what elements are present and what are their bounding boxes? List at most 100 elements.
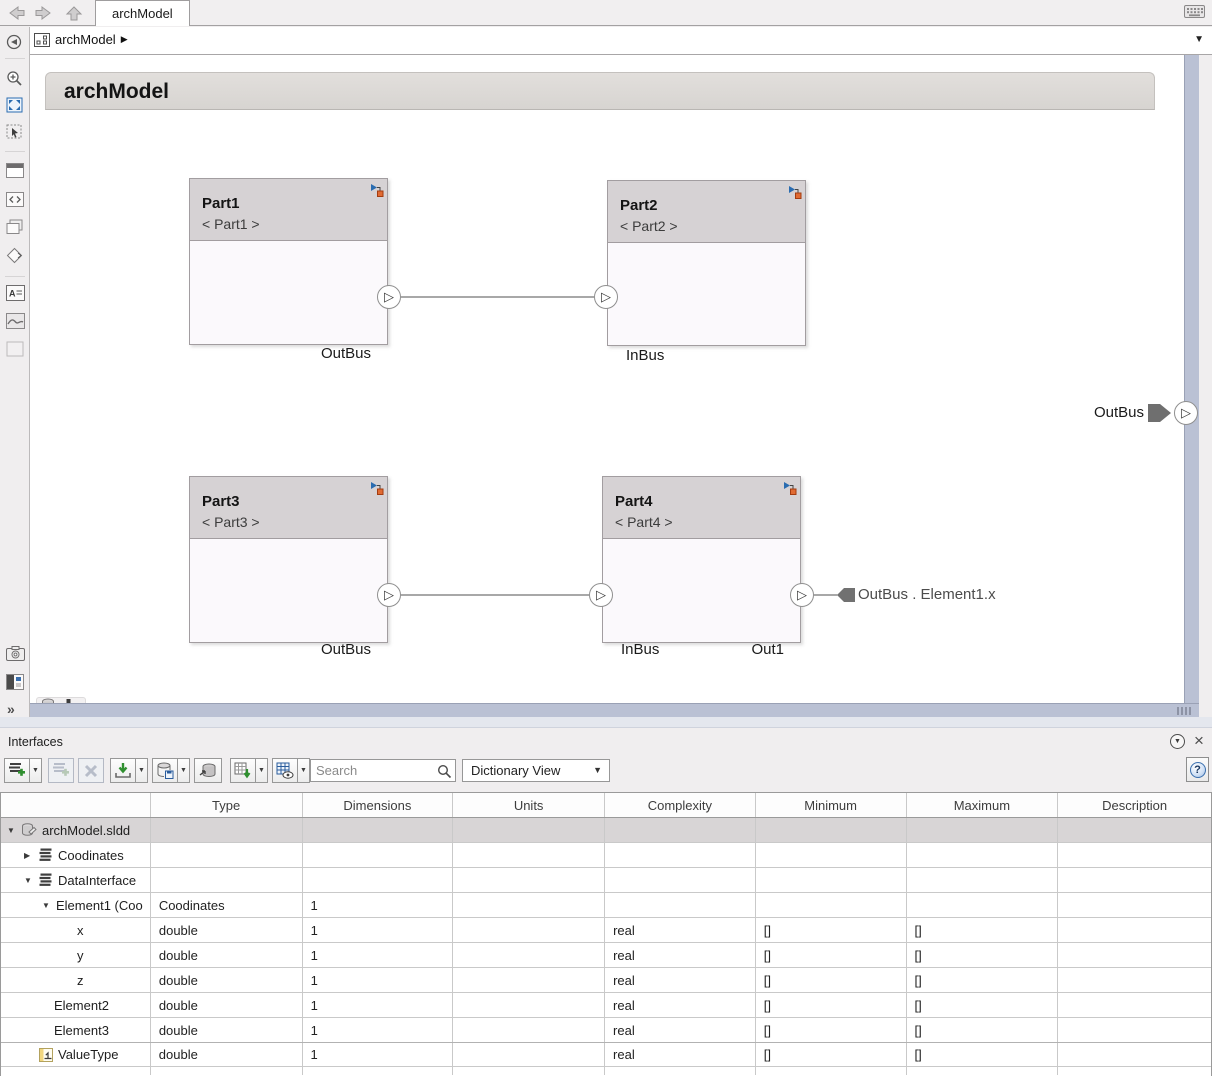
cell-complexity[interactable]: real	[605, 1018, 756, 1042]
cell-dimensions[interactable]: 1	[303, 918, 454, 942]
table-row-y[interactable]: y double 1 real [] []	[1, 943, 1211, 968]
legend-icon[interactable]	[6, 674, 24, 690]
table-row-element2[interactable]: Element2 double 1 real [] []	[1, 993, 1211, 1018]
help-button[interactable]: ?	[1186, 757, 1209, 782]
cell-complexity[interactable]: real	[605, 968, 756, 992]
cell-complexity[interactable]: real	[605, 993, 756, 1017]
table-row-z[interactable]: z double 1 real [] []	[1, 968, 1211, 993]
column-header-description[interactable]: Description	[1058, 793, 1211, 817]
save-dictionary-dropdown[interactable]: ▼	[177, 758, 190, 783]
open-dictionary-button[interactable]	[194, 758, 222, 783]
expand-caret-icon[interactable]: ▼	[7, 826, 16, 835]
image-icon[interactable]	[6, 313, 24, 329]
collapse-caret-icon[interactable]: ▶	[24, 851, 33, 860]
cell-type[interactable]: Coodinates	[151, 893, 303, 917]
column-header-maximum[interactable]: Maximum	[907, 793, 1059, 817]
cell-dimensions[interactable]	[303, 843, 454, 867]
diagram-canvas[interactable]: archModel Part1 < Part1 > OutBus ▷ Part2…	[30, 55, 1184, 703]
cell-minimum[interactable]: []	[756, 1043, 907, 1066]
breadcrumb-expand-icon[interactable]: ▶	[121, 34, 128, 45]
cell-type[interactable]: double	[151, 993, 303, 1017]
annotation-icon[interactable]: A	[6, 285, 24, 301]
boundary-output-port[interactable]: ▷	[1174, 401, 1198, 425]
cell-units[interactable]	[453, 993, 605, 1017]
delete-button-disabled[interactable]	[78, 758, 104, 783]
import-button[interactable]	[110, 758, 136, 783]
cell-description[interactable]	[1058, 1043, 1211, 1066]
cell-minimum[interactable]: []	[756, 918, 907, 942]
column-header-units[interactable]: Units	[453, 793, 605, 817]
cell-dimensions[interactable]: 1	[303, 993, 454, 1017]
import-dropdown[interactable]: ▼	[135, 758, 148, 783]
cell-type[interactable]: double	[151, 918, 303, 942]
cell-complexity[interactable]	[605, 843, 756, 867]
up-button[interactable]	[63, 4, 85, 22]
cell-maximum[interactable]: []	[907, 968, 1059, 992]
component-part3[interactable]: Part3 < Part3 > OutBus	[189, 476, 388, 643]
breadcrumb-dropdown-icon[interactable]: ▼	[1194, 34, 1204, 45]
behavior-badge-icon[interactable]	[369, 480, 384, 501]
cell-units[interactable]	[453, 918, 605, 942]
cell-minimum[interactable]	[756, 843, 907, 867]
cell-description[interactable]	[1058, 843, 1211, 867]
export-table-dropdown[interactable]: ▼	[255, 758, 268, 783]
forward-button[interactable]	[33, 4, 55, 22]
connector-part1-part2[interactable]	[401, 296, 594, 298]
cell-maximum[interactable]: []	[907, 918, 1059, 942]
cell-type[interactable]: double	[151, 1043, 303, 1066]
back-button[interactable]	[5, 4, 27, 22]
cell-type[interactable]: double	[151, 943, 303, 967]
cell-dimensions[interactable]	[303, 818, 454, 842]
column-header-minimum[interactable]: Minimum	[756, 793, 907, 817]
expand-caret-icon[interactable]: ▼	[24, 876, 33, 885]
cell-complexity[interactable]: real	[605, 943, 756, 967]
cell-units[interactable]	[453, 1018, 605, 1042]
cell-dimensions[interactable]: 1	[303, 968, 454, 992]
panel-close-button[interactable]: ×	[1194, 731, 1204, 751]
cell-complexity[interactable]: real	[605, 918, 756, 942]
cell-type[interactable]: double	[151, 1018, 303, 1042]
add-element-button-disabled[interactable]	[48, 758, 74, 783]
cell-type[interactable]: double	[151, 968, 303, 992]
cell-maximum[interactable]	[907, 818, 1059, 842]
code-icon[interactable]	[6, 192, 24, 208]
cell-maximum[interactable]	[907, 893, 1059, 917]
table-row-x[interactable]: x double 1 real [] []	[1, 918, 1211, 943]
cell-minimum[interactable]	[756, 893, 907, 917]
cell-units[interactable]	[453, 893, 605, 917]
behavior-badge-icon[interactable]	[782, 480, 797, 501]
pan-compass-icon[interactable]	[6, 34, 24, 50]
input-port-part2[interactable]: ▷	[594, 285, 618, 309]
behavior-badge-icon[interactable]	[787, 184, 802, 205]
more-tools-icon[interactable]: »	[7, 701, 15, 717]
cell-minimum[interactable]	[756, 818, 907, 842]
cell-description[interactable]	[1058, 918, 1211, 942]
canvas-horizontal-scrollbar[interactable]	[30, 703, 1199, 717]
keyboard-icon[interactable]	[1184, 5, 1205, 23]
show-columns-dropdown[interactable]: ▼	[297, 758, 310, 783]
connector-out1-ref[interactable]	[814, 594, 838, 596]
table-row-valuetype[interactable]: ValueType double 1 real [] []	[1, 1042, 1211, 1067]
save-dictionary-button[interactable]	[152, 758, 178, 783]
cell-minimum[interactable]: []	[756, 943, 907, 967]
search-input[interactable]	[316, 761, 434, 780]
cell-description[interactable]	[1058, 893, 1211, 917]
cell-type[interactable]	[151, 818, 303, 842]
zoom-in-icon[interactable]	[6, 70, 24, 86]
cell-dimensions[interactable]: 1	[303, 943, 454, 967]
cell-minimum[interactable]	[756, 868, 907, 892]
behavior-badge-icon[interactable]	[369, 182, 384, 203]
cell-maximum[interactable]: []	[907, 1043, 1059, 1066]
table-row-datainterface[interactable]: ▼ DataInterface	[1, 868, 1211, 893]
cell-units[interactable]	[453, 1043, 605, 1066]
show-columns-button[interactable]	[272, 758, 298, 783]
output-port-part1[interactable]: ▷	[377, 285, 401, 309]
cell-complexity[interactable]	[605, 893, 756, 917]
cell-complexity[interactable]	[605, 868, 756, 892]
cell-maximum[interactable]	[907, 843, 1059, 867]
table-row-element3[interactable]: Element3 double 1 real [] []	[1, 1018, 1211, 1043]
cell-description[interactable]	[1058, 868, 1211, 892]
component-part2[interactable]: Part2 < Part2 > InBus	[607, 180, 806, 346]
duplicate-icon[interactable]	[6, 219, 24, 235]
canvas-vertical-scrollbar[interactable]	[1184, 55, 1199, 703]
